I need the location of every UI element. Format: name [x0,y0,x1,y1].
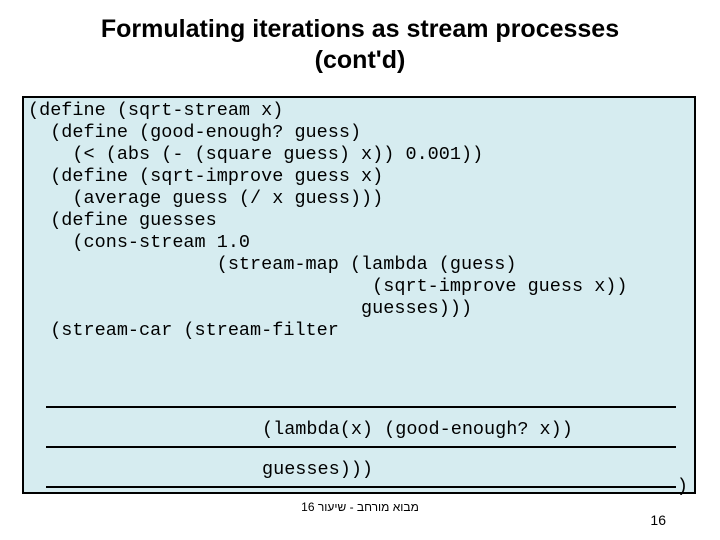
code-frame: (define (sqrt-stream x) (define (good-en… [22,96,696,494]
code-block: (define (sqrt-stream x) (define (good-en… [28,100,628,342]
slide-title: Formulating iterations as stream process… [0,0,720,77]
filled-answer-1: (lambda(x) (good-enough? x)) [262,419,573,441]
blank-line-rule-2 [46,446,676,448]
page-number: 16 [650,512,666,528]
title-line-2: (cont'd) [315,46,406,74]
filled-answer-2: guesses))) [262,459,373,481]
footer-course-label: מבוא מורחב - שיעור 16 [0,500,720,514]
blank-line-rule-1 [46,406,676,408]
closing-paren: ) [677,476,688,497]
slide: Formulating iterations as stream process… [0,0,720,540]
title-line-1: Formulating iterations as stream process… [101,15,619,43]
blank-line-rule-3 [46,486,676,488]
